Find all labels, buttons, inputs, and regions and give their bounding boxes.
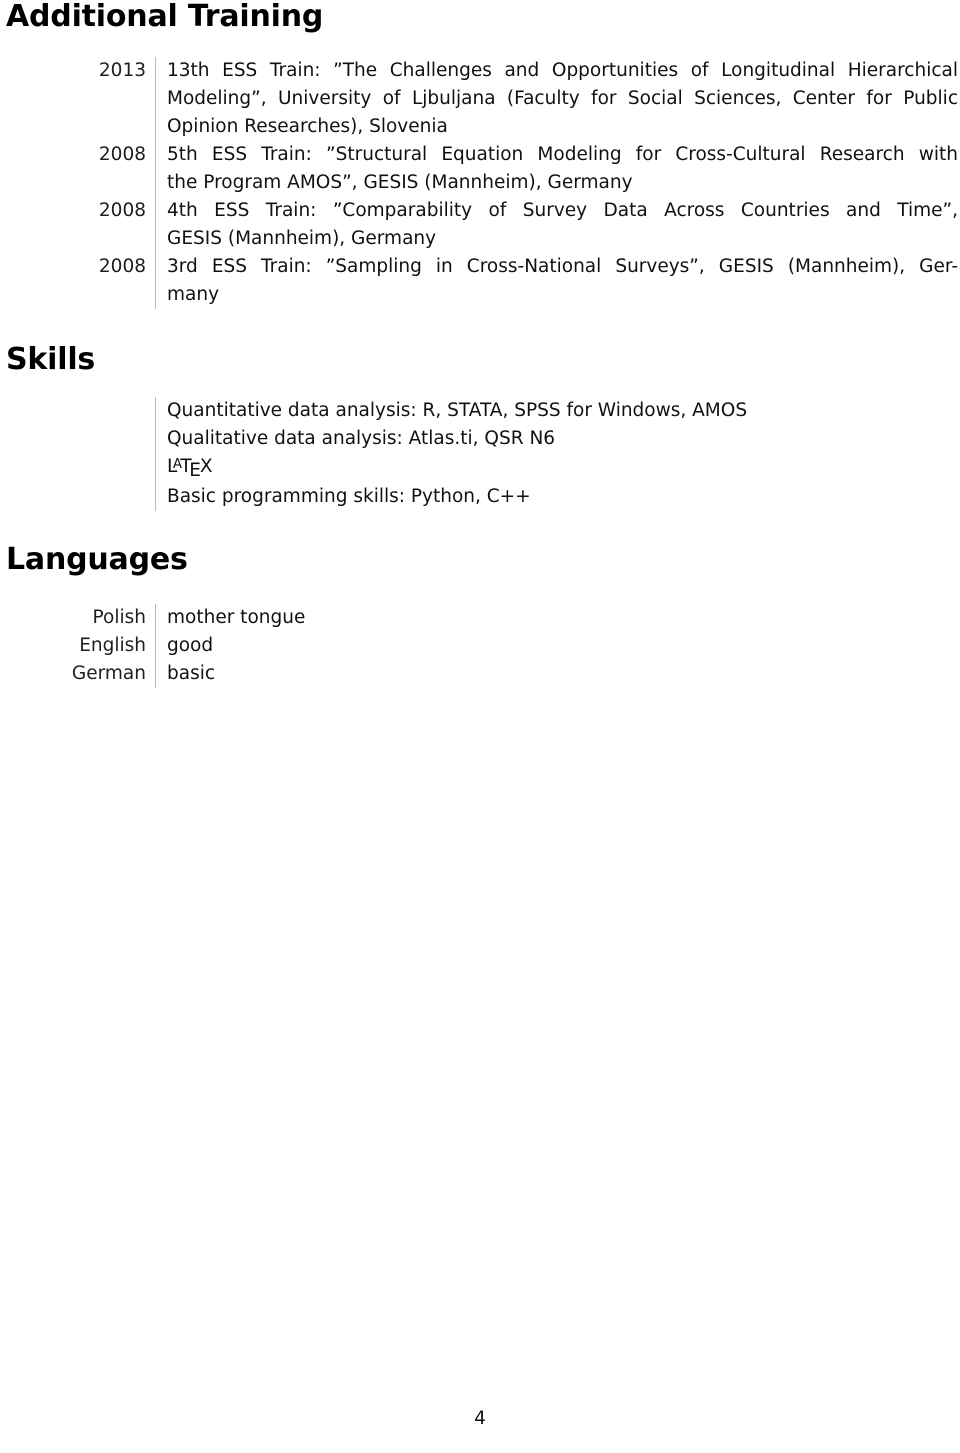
skill-item: Qualitative data analysis: Atlas.ti, QSR… bbox=[167, 428, 556, 449]
language-level: good bbox=[167, 635, 214, 656]
language-level: mother tongue bbox=[167, 607, 306, 628]
language-level-cell: mother tongue bbox=[156, 604, 960, 632]
language-level: basic bbox=[167, 663, 216, 684]
language-name: Polish bbox=[92, 607, 146, 628]
language-name: German bbox=[71, 663, 146, 684]
entry-text-line: GESIS (Mannheim), Germany bbox=[167, 228, 437, 249]
entry-text-line: Opinion Researches), Slovenia bbox=[167, 116, 448, 137]
entry-year: 2008 bbox=[98, 256, 146, 277]
entry-row: Polish mother tongue bbox=[0, 604, 960, 632]
entry-row: 2013 13th ESS Train: ”The Challenges and … bbox=[0, 57, 960, 141]
entry-row: English good bbox=[0, 632, 960, 660]
entry-description: 4th ESS Train: ”Comparability of Survey … bbox=[156, 197, 960, 253]
entry-text-line: Modeling”, University of Ljbuljana (Facu… bbox=[167, 88, 958, 109]
language-level-cell: good bbox=[156, 632, 960, 660]
entry-year: 2008 bbox=[98, 200, 146, 221]
entry-text-line: 4th ESS Train: ”Comparability of Survey … bbox=[167, 200, 958, 221]
entry-year: 2013 bbox=[98, 60, 146, 81]
entry-row: 2008 5th ESS Train: ”Structural Equation … bbox=[0, 141, 960, 197]
languages-entries: Polish mother tongue English good German basi… bbox=[0, 604, 960, 688]
additional-training-entries: 2013 13th ESS Train: ”The Challenges and … bbox=[0, 57, 960, 309]
entry-text-line: 13th ESS Train: ”The Challenges and Oppo… bbox=[167, 60, 958, 81]
entry-year: 2008 bbox=[98, 144, 146, 165]
skills-gutter bbox=[0, 397, 155, 511]
entry-text-line: 3rd ESS Train: ”Sampling in Cross-Nation… bbox=[167, 256, 958, 277]
skills-list: Quantitative data analysis: R, STATA, SP… bbox=[0, 397, 960, 511]
entry-description: 3rd ESS Train: ”Sampling in Cross-Nation… bbox=[156, 253, 960, 309]
entry-row: 2008 3rd ESS Train: ”Sampling in Cross-Na… bbox=[0, 253, 960, 309]
language-level-cell: basic bbox=[156, 660, 960, 688]
cv-page: Additional Training 2013 13th ESS Train: … bbox=[0, 0, 960, 1453]
page-number: 4 bbox=[474, 1408, 486, 1429]
entry-text-line: 5th ESS Train: ”Structural Equation Mode… bbox=[167, 144, 958, 165]
latex-logo: LATEX bbox=[167, 456, 213, 482]
skill-item: Quantitative data analysis: R, STATA, SP… bbox=[167, 400, 748, 421]
entry-description: 5th ESS Train: ”Structural Equation Mode… bbox=[156, 141, 960, 197]
entry-text-line: many bbox=[167, 284, 220, 305]
skills-items: Quantitative data analysis: R, STATA, SP… bbox=[156, 397, 960, 511]
section-heading-languages: Languages bbox=[6, 542, 188, 577]
language-name: English bbox=[79, 635, 146, 656]
entry-row: German basic bbox=[0, 660, 960, 688]
entry-text-line: the Program AMOS”, GESIS (Mannheim), Ger… bbox=[167, 172, 633, 193]
entry-row: 2008 4th ESS Train: ”Comparability of Sur… bbox=[0, 197, 960, 253]
section-heading-skills: Skills bbox=[6, 342, 96, 377]
entry-description: 13th ESS Train: ”The Challenges and Oppo… bbox=[156, 57, 960, 141]
skill-item-latex: LATEX bbox=[167, 453, 960, 483]
skill-item: Basic programming skills: Python, C++ bbox=[167, 486, 531, 507]
section-heading-additional-training: Additional Training bbox=[6, 0, 324, 34]
